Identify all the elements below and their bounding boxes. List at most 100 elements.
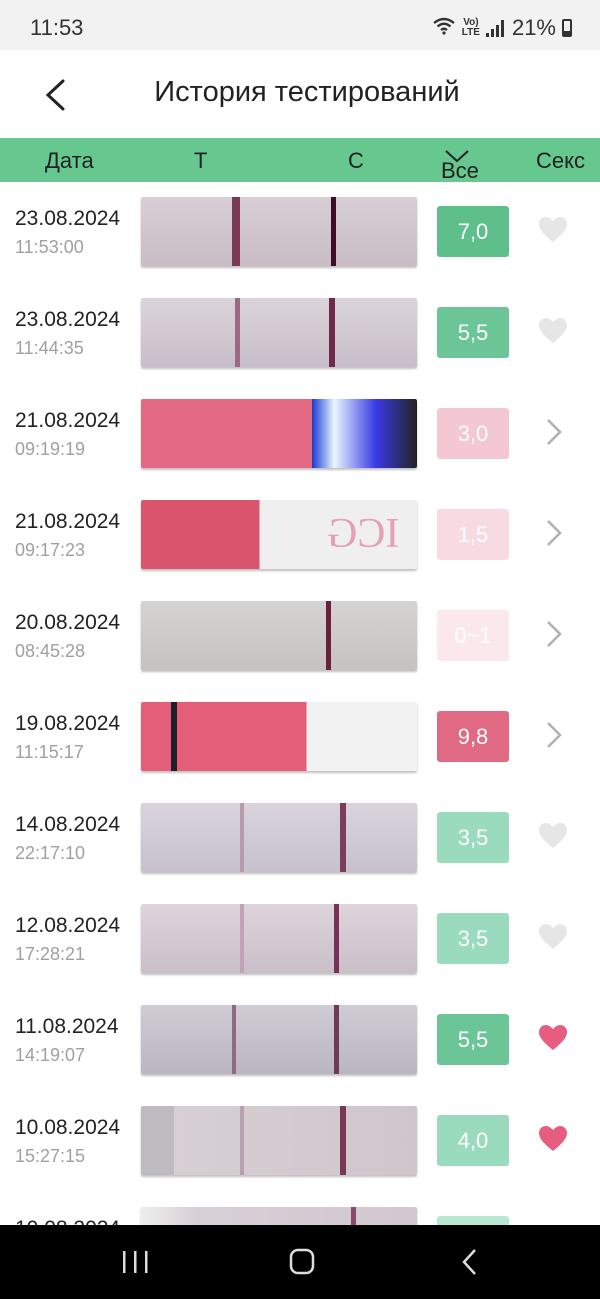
heart-outline-icon[interactable] xyxy=(538,316,568,346)
heart-outline-icon[interactable] xyxy=(538,922,568,952)
home-button[interactable] xyxy=(282,1247,322,1277)
test-date: 12.08.2024 xyxy=(15,914,121,937)
test-strip-image[interactable] xyxy=(141,197,417,266)
result-badge: 5,5 xyxy=(437,1014,509,1065)
strip-line xyxy=(240,1106,245,1175)
app-header: История тестирований xyxy=(0,50,600,138)
test-strip-image[interactable] xyxy=(141,1106,417,1175)
test-time: 09:19:19 xyxy=(15,439,86,459)
nav-back-icon xyxy=(462,1249,476,1275)
result-badge: 3,0 xyxy=(437,408,509,459)
wifi-icon xyxy=(432,17,456,40)
result-badge: 4,0 xyxy=(437,1115,509,1166)
column-header: Дата T C Все Секс xyxy=(0,138,600,183)
recent-apps-button[interactable] xyxy=(115,1247,155,1277)
heart-filled-icon[interactable] xyxy=(538,1124,568,1154)
recent-apps-icon xyxy=(123,1251,148,1273)
test-time: 08:45:28 xyxy=(15,641,86,661)
status-bar: 11:53 Vo) LTE 21% xyxy=(0,0,600,50)
test-strip-image[interactable] xyxy=(141,601,417,670)
column-c: C xyxy=(348,148,364,173)
test-time: 17:28:21 xyxy=(15,944,86,964)
strip-line xyxy=(240,803,245,872)
strip-line xyxy=(234,298,240,367)
test-date: 23.08.2024 xyxy=(15,207,121,230)
strip-line xyxy=(232,197,241,266)
signal-icon xyxy=(485,19,506,37)
test-date: 21.08.2024 xyxy=(15,510,121,533)
test-date: 14.08.2024 xyxy=(15,813,121,836)
battery-icon xyxy=(562,19,572,37)
test-strip-image[interactable]: ICG xyxy=(141,500,417,569)
result-badge: 1,5 xyxy=(437,509,509,560)
chevron-right-icon[interactable] xyxy=(538,619,568,649)
list-item[interactable]: 20.08.2024 08:45:28 0~1 xyxy=(0,586,600,687)
test-strip-image[interactable] xyxy=(141,904,417,973)
page-title: История тестирований xyxy=(154,76,460,108)
test-date: 11.08.2024 xyxy=(15,1015,119,1038)
test-time: 11:44:35 xyxy=(15,338,84,358)
result-badge xyxy=(437,1216,509,1225)
test-strip-image[interactable] xyxy=(141,803,417,872)
strip-line xyxy=(350,1207,356,1225)
test-time: 15:27:15 xyxy=(15,1146,86,1166)
test-history-list: 23.08.2024 11:53:00 7,0 23.08.2024 11:44:35 5… xyxy=(0,182,600,1225)
battery-percent: 21% xyxy=(511,15,556,40)
list-item[interactable]: 12.08.2024 17:28:21 3,5 xyxy=(0,889,600,990)
test-date: 23.08.2024 xyxy=(15,308,121,331)
column-date: Дата xyxy=(45,148,94,173)
list-item[interactable]: 10.08.2024 xyxy=(0,1192,600,1225)
column-sex: Секс xyxy=(536,148,585,173)
result-badge: 5,5 xyxy=(437,307,509,358)
test-date: 10.08.2024 xyxy=(15,1217,120,1225)
test-date: 19.08.2024 xyxy=(15,712,121,735)
result-badge: 7,0 xyxy=(437,206,509,257)
status-icons: Vo) LTE 21% xyxy=(432,15,572,41)
test-time: 11:53:00 xyxy=(15,237,84,257)
strip-line xyxy=(328,298,335,367)
chevron-right-icon[interactable] xyxy=(538,720,568,750)
filter-label: Все xyxy=(441,158,479,183)
strip-line xyxy=(334,1005,340,1074)
volte-icon: Vo) LTE xyxy=(461,17,480,38)
heart-outline-icon[interactable] xyxy=(538,215,568,245)
strip-line xyxy=(331,197,337,266)
strip-line xyxy=(232,1005,237,1074)
strip-line xyxy=(339,1106,346,1175)
list-item[interactable]: 21.08.2024 09:19:19 3,0 xyxy=(0,384,600,485)
heart-outline-icon[interactable] xyxy=(538,821,568,851)
test-date: 20.08.2024 xyxy=(15,611,121,634)
test-time: 22:17:10 xyxy=(15,843,86,863)
test-strip-image[interactable] xyxy=(141,298,417,367)
list-item[interactable]: 21.08.2024 09:17:23 ICG 1,5 xyxy=(0,485,600,586)
test-date: 10.08.2024 xyxy=(15,1116,121,1139)
list-item[interactable]: 23.08.2024 11:53:00 7,0 xyxy=(0,182,600,283)
list-item[interactable]: 11.08.2024 14:19:07 5,5 xyxy=(0,990,600,1091)
list-item[interactable]: 19.08.2024 11:15:17 9,8 xyxy=(0,687,600,788)
chevron-right-icon[interactable] xyxy=(538,518,568,548)
strip-line xyxy=(334,904,340,973)
chevron-right-icon[interactable] xyxy=(538,417,568,447)
result-badge: 0~1 xyxy=(437,610,509,661)
test-strip-image[interactable] xyxy=(141,1005,417,1074)
strip-line xyxy=(325,601,331,670)
test-strip-image[interactable] xyxy=(141,702,417,771)
strip-logo: ICG xyxy=(326,511,399,557)
test-time: 11:15:17 xyxy=(15,742,84,762)
nav-back-button[interactable] xyxy=(450,1247,490,1277)
column-t: T xyxy=(194,148,208,173)
system-nav-bar xyxy=(0,1225,600,1299)
test-strip-image[interactable] xyxy=(141,399,417,468)
home-icon xyxy=(289,1248,315,1275)
test-strip-image[interactable] xyxy=(141,1207,417,1225)
result-badge: 3,5 xyxy=(437,913,509,964)
test-time: 09:17:23 xyxy=(15,540,86,560)
list-item[interactable]: 14.08.2024 22:17:10 3,5 xyxy=(0,788,600,889)
result-badge: 3,5 xyxy=(437,812,509,863)
list-item[interactable]: 23.08.2024 11:44:35 5,5 xyxy=(0,283,600,384)
strip-line xyxy=(171,702,178,771)
filter-dropdown[interactable]: Все xyxy=(441,148,479,183)
list-item[interactable]: 10.08.2024 15:27:15 4,0 xyxy=(0,1091,600,1192)
test-time: 14:19:07 xyxy=(15,1045,86,1065)
heart-filled-icon[interactable] xyxy=(538,1023,568,1053)
